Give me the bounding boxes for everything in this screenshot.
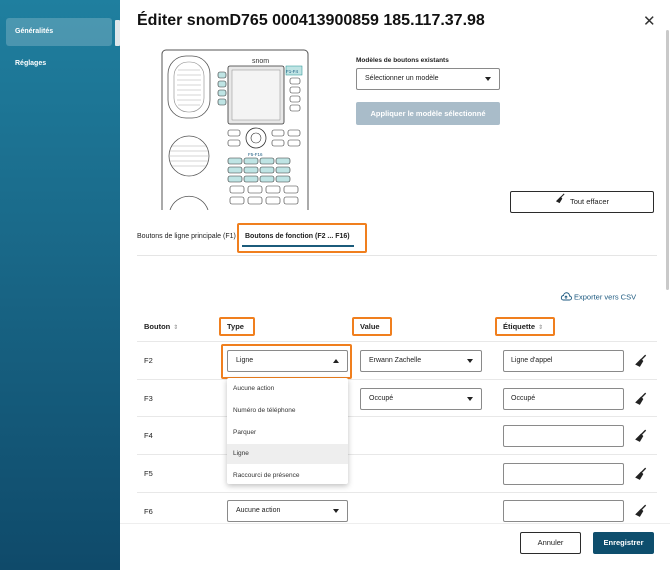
phone-brand: snom	[252, 58, 269, 65]
row-button-f3: F3	[144, 394, 153, 403]
label-input-f5[interactable]	[503, 463, 624, 485]
apply-model-button[interactable]: Appliquer le modèle sélectionné	[356, 102, 500, 125]
menu-item-ligne[interactable]: Ligne	[227, 444, 348, 464]
save-button[interactable]: Enregistrer	[593, 532, 654, 554]
broom-icon[interactable]	[634, 354, 648, 368]
clear-all-button[interactable]: Tout effacer	[510, 191, 654, 213]
column-header-label: Bouton	[144, 322, 171, 331]
chevron-down-icon	[333, 509, 339, 513]
sidebar-item-generalites[interactable]: Généralités	[6, 18, 112, 46]
highlight-box	[221, 344, 352, 379]
export-csv-link[interactable]: Exporter vers CSV	[560, 292, 636, 303]
sidebar-item-reglages[interactable]: Réglages	[6, 50, 112, 78]
scrollbar[interactable]	[666, 30, 669, 290]
chevron-down-icon	[467, 397, 473, 401]
phone-key-label-mid: F5-F16	[248, 152, 263, 157]
value-select-f2[interactable]: Erwann Zachelle	[360, 350, 482, 372]
models-label: Modèles de boutons existants	[356, 57, 449, 64]
broom-icon[interactable]	[634, 504, 648, 518]
broom-icon[interactable]	[634, 392, 648, 406]
highlight-box	[352, 317, 392, 336]
label-input-f6[interactable]	[503, 500, 624, 522]
model-select[interactable]: Sélectionner un modèle	[356, 68, 500, 90]
export-csv-label: Exporter vers CSV	[574, 292, 637, 302]
phone-illustration: snom F1-F4 F5-F16	[161, 49, 309, 210]
model-select-value: Sélectionner un modèle	[365, 75, 439, 82]
value-select-value: Occupé	[369, 395, 394, 402]
edit-device-panel: Éditer snomD765 000413900859 185.117.37.…	[120, 0, 670, 570]
menu-item-numero-telephone[interactable]: Numéro de téléphone	[227, 401, 348, 421]
footer-divider	[120, 523, 670, 524]
broom-icon[interactable]	[634, 467, 648, 481]
cloud-upload-icon	[560, 292, 572, 303]
clear-all-label: Tout effacer	[569, 197, 610, 206]
tab-main-line-buttons[interactable]: Boutons de ligne principale (F1)	[137, 233, 236, 240]
label-input-f2[interactable]: Ligne d'appel	[503, 350, 624, 372]
highlight-box	[495, 317, 555, 336]
column-header-button[interactable]: Bouton ⇕	[144, 322, 178, 331]
highlight-box	[237, 223, 367, 253]
broom-icon[interactable]	[634, 429, 648, 443]
row-button-f5: F5	[144, 469, 153, 478]
sort-icon: ⇕	[173, 325, 179, 331]
type-select-value: Aucune action	[236, 507, 281, 514]
row-button-f2: F2	[144, 356, 153, 365]
cancel-button[interactable]: Annuler	[520, 532, 581, 554]
phone-key-label-top: F1-F4	[286, 69, 298, 74]
value-select-value: Erwann Zachelle	[369, 357, 422, 364]
value-select-f3[interactable]: Occupé	[360, 388, 482, 410]
row-divider	[137, 492, 657, 493]
type-dropdown-menu: Aucune action Numéro de téléphone Parque…	[227, 378, 348, 484]
type-select-f6[interactable]: Aucune action	[227, 500, 348, 522]
broom-icon	[555, 192, 566, 212]
label-input-f3[interactable]: Occupé	[503, 388, 624, 410]
row-button-f6: F6	[144, 507, 153, 516]
row-divider	[137, 416, 657, 417]
chevron-down-icon	[467, 359, 473, 363]
row-divider	[137, 341, 657, 342]
row-divider	[137, 454, 657, 455]
sidebar: Généralités Réglages	[0, 0, 120, 570]
close-icon[interactable]: ✕	[643, 12, 656, 30]
page-title: Éditer snomD765 000413900859 185.117.37.…	[137, 12, 485, 29]
menu-item-raccourci-presence[interactable]: Raccourci de présence	[227, 466, 348, 484]
row-divider	[137, 379, 657, 380]
menu-item-aucune-action[interactable]: Aucune action	[227, 379, 348, 399]
sidebar-item-label: Généralités	[15, 28, 54, 35]
label-input-f4[interactable]	[503, 425, 624, 447]
highlight-box	[219, 317, 255, 336]
row-button-f4: F4	[144, 431, 153, 440]
sidebar-item-label: Réglages	[15, 60, 47, 67]
menu-item-parquer[interactable]: Parquer	[227, 423, 348, 443]
tab-divider	[137, 255, 657, 256]
chevron-down-icon	[485, 77, 491, 81]
